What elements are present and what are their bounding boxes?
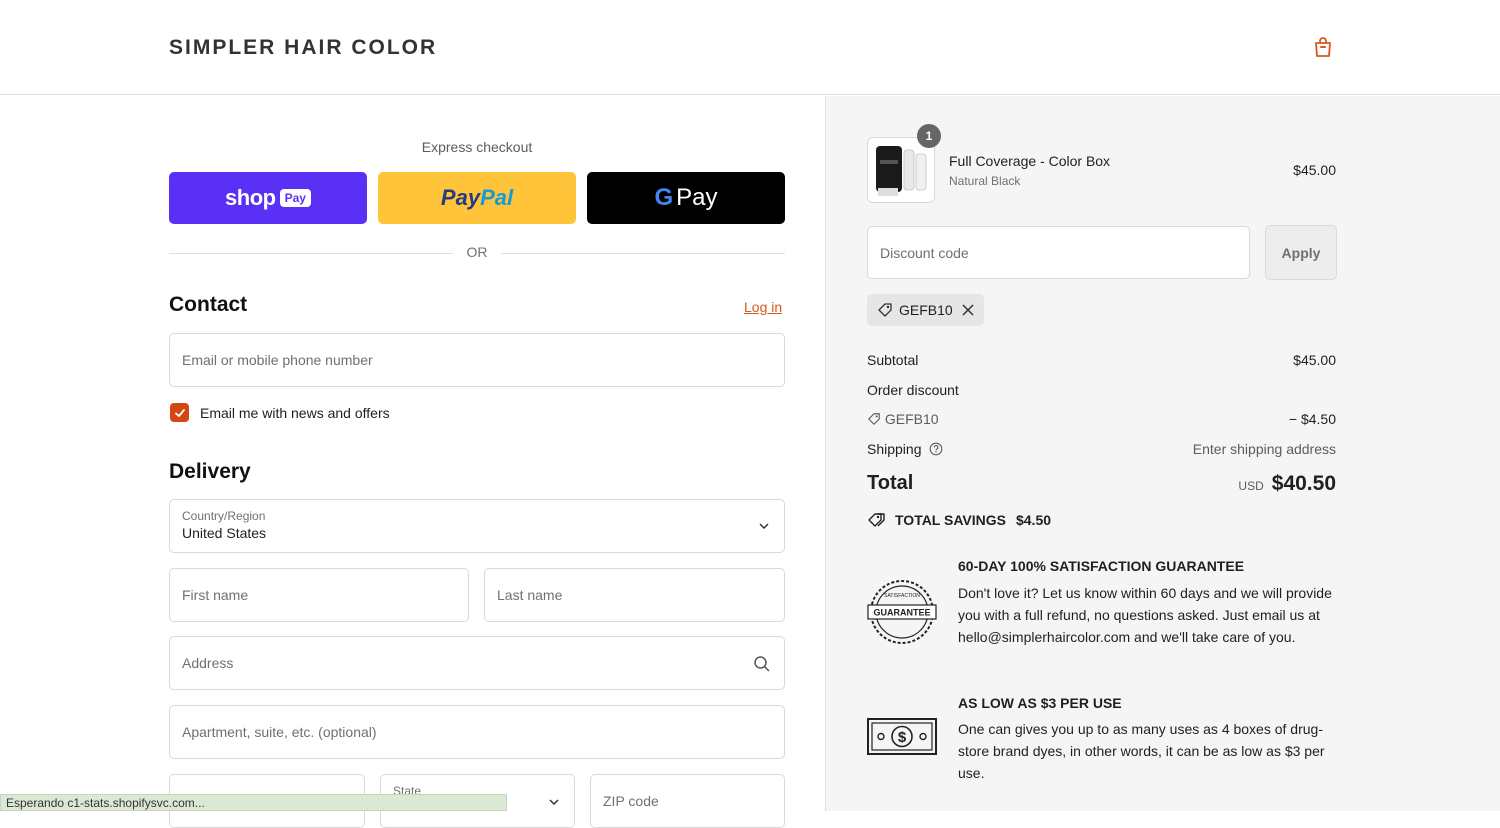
guarantee-text: Don't love it? Let us know within 60 day…: [958, 585, 1332, 645]
first-name-placeholder: First name: [182, 587, 249, 603]
help-icon[interactable]: [929, 442, 943, 456]
apartment-placeholder: Apartment, suite, etc. (optional): [182, 724, 377, 740]
discount-value: − $4.50: [1288, 411, 1336, 427]
guarantee-badge-text: GUARANTEE: [873, 608, 930, 618]
discount-placeholder: Discount code: [880, 245, 969, 261]
chevron-down-icon: [549, 799, 559, 806]
or-divider: OR: [169, 244, 785, 264]
apply-button[interactable]: Apply: [1265, 225, 1337, 280]
browser-status-bar: Esperando c1-stats.shopifysvc.com...: [0, 794, 507, 811]
guarantee-badge-arc-text: SATISFACTION: [884, 593, 920, 599]
zip-field[interactable]: ZIP code: [590, 774, 785, 828]
shipping-value: Enter shipping address: [1192, 441, 1336, 457]
total-label: Total: [867, 472, 914, 494]
discount-code-label: GEFB10: [884, 411, 939, 427]
news-checkbox[interactable]: [170, 403, 189, 422]
last-name-placeholder: Last name: [497, 587, 563, 603]
check-icon: [174, 408, 185, 417]
first-name-field[interactable]: First name: [169, 568, 469, 622]
shop-pay-word: shop: [225, 185, 276, 210]
subtotal-row: Subtotal $45.00: [867, 352, 1336, 368]
product-price: $45.00: [1293, 162, 1336, 178]
paypal-button[interactable]: PayPal: [378, 172, 576, 224]
savings-label: TOTAL SAVINGS: [895, 512, 1006, 528]
email-field[interactable]: Email or mobile phone number: [169, 333, 785, 387]
shop-pay-button[interactable]: shop Pay: [169, 172, 367, 224]
applied-discount-code: GEFB10: [899, 302, 953, 318]
google-pay-label: Pay: [676, 184, 718, 211]
country-select[interactable]: Country/Region United States: [169, 499, 785, 553]
subtotal-value: $45.00: [1293, 352, 1336, 368]
or-text: OR: [466, 244, 488, 260]
order-discount-row: Order discount: [867, 382, 1336, 398]
paypal-logo-pay: Pay: [440, 185, 481, 210]
currency-code: USD: [1238, 479, 1264, 493]
shipping-label: Shipping: [867, 441, 922, 457]
zip-placeholder: ZIP code: [603, 793, 659, 809]
email-placeholder: Email or mobile phone number: [182, 352, 373, 368]
news-checkbox-label: Email me with news and offers: [200, 405, 390, 421]
tag-icon: [868, 413, 880, 425]
total-savings: TOTAL SAVINGS $4.50: [867, 512, 1051, 528]
address-placeholder: Address: [182, 655, 234, 671]
country-label: Country/Region: [182, 509, 266, 523]
applied-discount-chip: GEFB10: [867, 294, 984, 326]
shop-pay-pill: Pay: [279, 189, 311, 207]
savings-value: $4.50: [1015, 512, 1052, 528]
discount-code-input[interactable]: Discount code: [867, 226, 1250, 279]
guarantee-title: 60-DAY 100% SATISFACTION GUARANTEE: [958, 558, 1245, 574]
login-link[interactable]: Log in: [744, 299, 782, 315]
search-icon: [754, 656, 770, 672]
svg-text:$: $: [898, 729, 907, 746]
shipping-row: Shipping Enter shipping address: [867, 441, 1336, 457]
header: SIMPLER HAIR COLOR: [0, 0, 1500, 95]
product-variant: Natural Black: [949, 174, 1021, 188]
low-cost-text: One can gives you up to as many uses as …: [958, 721, 1325, 781]
product-image: [876, 146, 927, 196]
address-field[interactable]: Address: [169, 636, 785, 690]
order-summary: 1 Full Coverage - Color Box Natural Blac…: [825, 96, 1500, 811]
total-row: Total USD $40.50: [867, 472, 1336, 500]
savings-tag-icon: [868, 513, 885, 527]
apartment-field[interactable]: Apartment, suite, etc. (optional): [169, 705, 785, 759]
shopping-bag-icon[interactable]: [1311, 35, 1335, 59]
delivery-title: Delivery: [169, 460, 251, 483]
contact-title: Contact: [169, 293, 248, 316]
low-cost-title: AS LOW AS $3 PER USE: [958, 695, 1122, 711]
google-pay-button[interactable]: G Pay: [587, 172, 785, 224]
tag-icon: [878, 303, 892, 317]
guarantee-badge-icon: GUARANTEE SATISFACTION: [867, 580, 937, 644]
quantity-badge: 1: [917, 124, 941, 148]
order-discount-label: Order discount: [867, 382, 959, 398]
subtotal-label: Subtotal: [867, 352, 919, 368]
dollar-bill-icon: $: [867, 718, 937, 755]
google-g-icon: G: [654, 184, 674, 211]
country-value: United States: [182, 525, 267, 541]
close-icon[interactable]: [961, 303, 975, 317]
total-value: $40.50: [1271, 472, 1336, 495]
brand-logo[interactable]: SIMPLER HAIR COLOR: [169, 36, 437, 60]
discount-code-row: GEFB10 − $4.50: [867, 411, 1336, 427]
checkout-form: Express checkout shop Pay PayPal G Pay O…: [0, 96, 825, 828]
product-name: Full Coverage - Color Box: [949, 153, 1111, 169]
last-name-field[interactable]: Last name: [484, 568, 785, 622]
chevron-down-icon: [759, 523, 769, 530]
express-checkout-label: Express checkout: [421, 139, 533, 155]
paypal-logo-pal: Pal: [480, 185, 514, 210]
